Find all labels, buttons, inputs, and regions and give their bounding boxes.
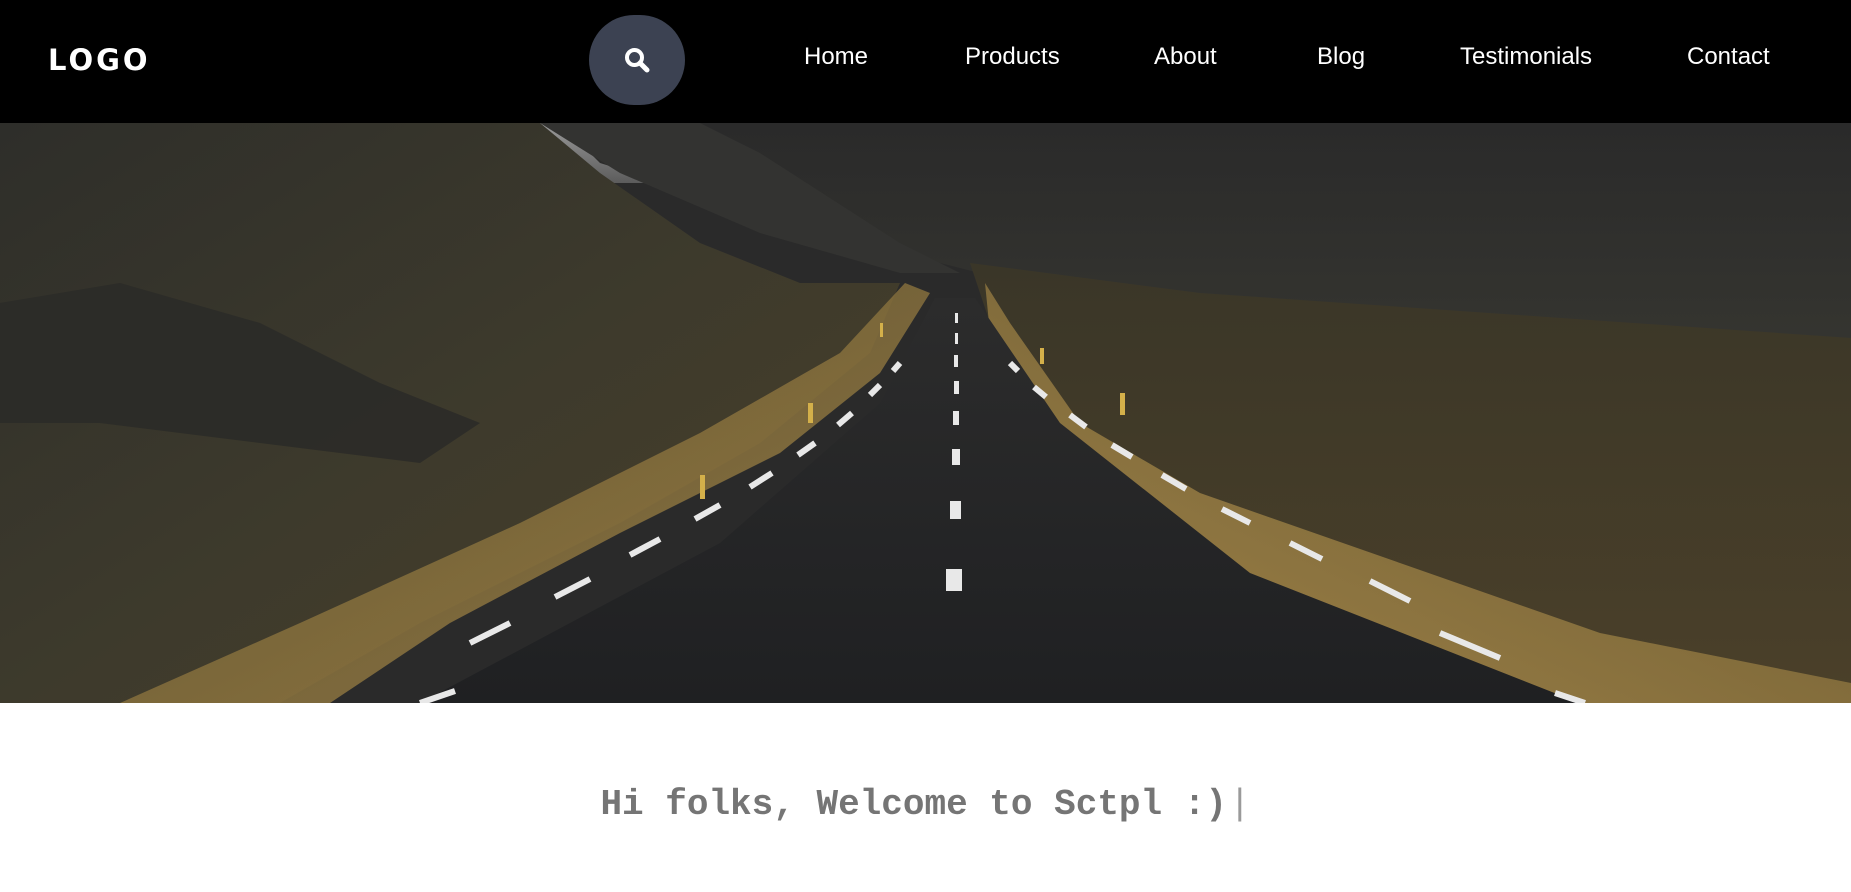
nav-blog[interactable]: Blog — [1317, 42, 1365, 72]
hero-road-illustration — [0, 123, 1851, 703]
nav-home[interactable]: Home — [804, 42, 868, 72]
welcome-message: Hi folks, Welcome to Sctpl :)| — [0, 780, 1851, 830]
navbar: LOGO Home Products About Blog Testimonia… — [0, 0, 1851, 123]
search-button[interactable] — [589, 15, 685, 105]
nav-about[interactable]: About — [1154, 42, 1217, 72]
nav-testimonials[interactable]: Testimonials — [1460, 42, 1592, 72]
nav-contact[interactable]: Contact — [1687, 42, 1770, 72]
typing-cursor: | — [1228, 784, 1251, 825]
welcome-text: Hi folks, Welcome to Sctpl :) — [600, 784, 1227, 825]
nav-products[interactable]: Products — [965, 42, 1060, 72]
hero-image — [0, 123, 1851, 703]
logo[interactable]: LOGO — [48, 40, 151, 80]
search-icon — [625, 48, 650, 73]
